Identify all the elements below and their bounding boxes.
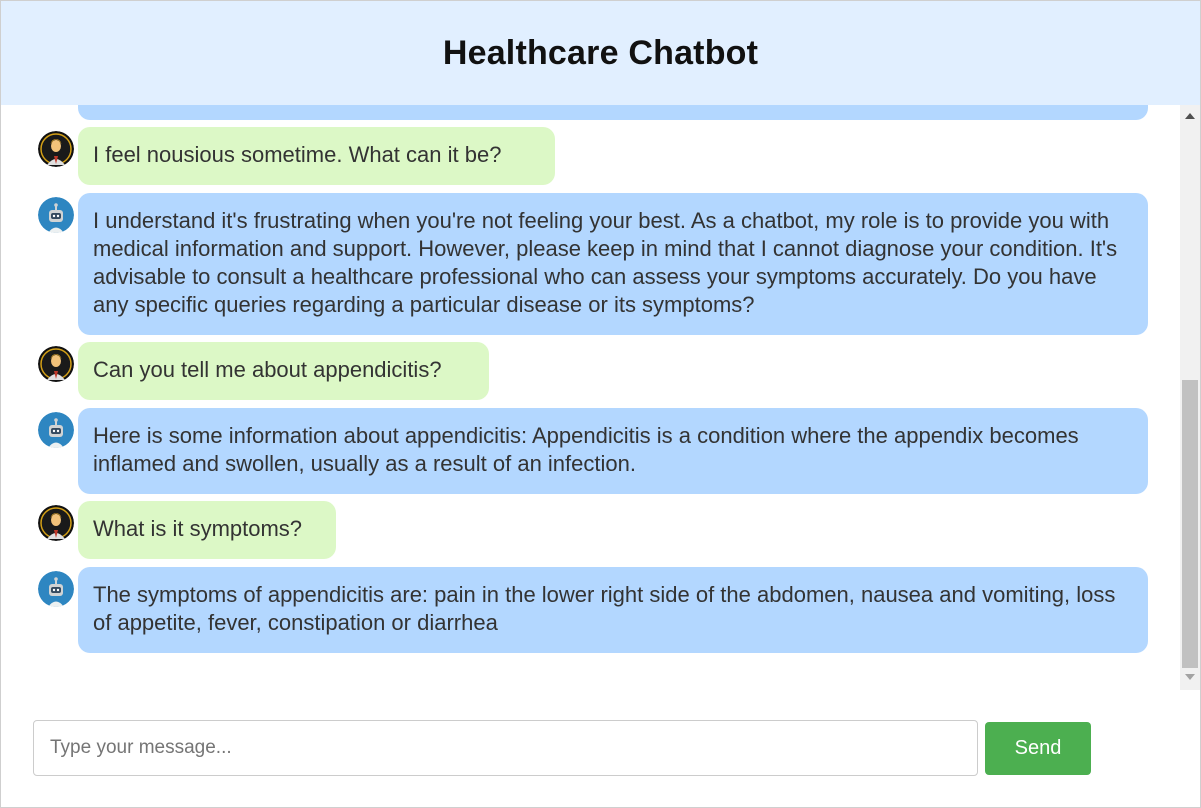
robot-avatar-icon <box>38 571 74 607</box>
page-title: Healthcare Chatbot <box>442 33 759 72</box>
robot-avatar-icon <box>38 412 74 448</box>
send-button[interactable]: Send <box>985 722 1091 775</box>
scroll-up-icon[interactable] <box>1185 113 1195 119</box>
header: Healthcare Chatbot <box>1 1 1200 105</box>
message-composer: Send <box>0 690 1201 808</box>
message-bot: I understand it's frustrating when you'r… <box>78 193 1148 335</box>
message-bot <box>78 105 1148 120</box>
user-avatar-icon <box>38 505 74 541</box>
message-bot: The symptoms of appendicitis are: pain i… <box>78 567 1148 653</box>
chat-scrollbar[interactable] <box>1180 105 1200 690</box>
message-user: What is it symptoms? <box>78 501 336 559</box>
message-user: Can you tell me about appendicitis? <box>78 342 489 400</box>
message-bot: Here is some information about appendici… <box>78 408 1148 494</box>
scrollbar-thumb[interactable] <box>1182 380 1198 668</box>
robot-avatar-icon <box>38 197 74 233</box>
user-avatar-icon <box>38 346 74 382</box>
scroll-down-icon[interactable] <box>1185 674 1195 680</box>
message-input[interactable] <box>33 720 978 776</box>
chat-messages[interactable]: I feel nousious sometime. What can it be… <box>1 105 1180 690</box>
message-user: I feel nousious sometime. What can it be… <box>78 127 555 185</box>
user-avatar-icon <box>38 131 74 167</box>
